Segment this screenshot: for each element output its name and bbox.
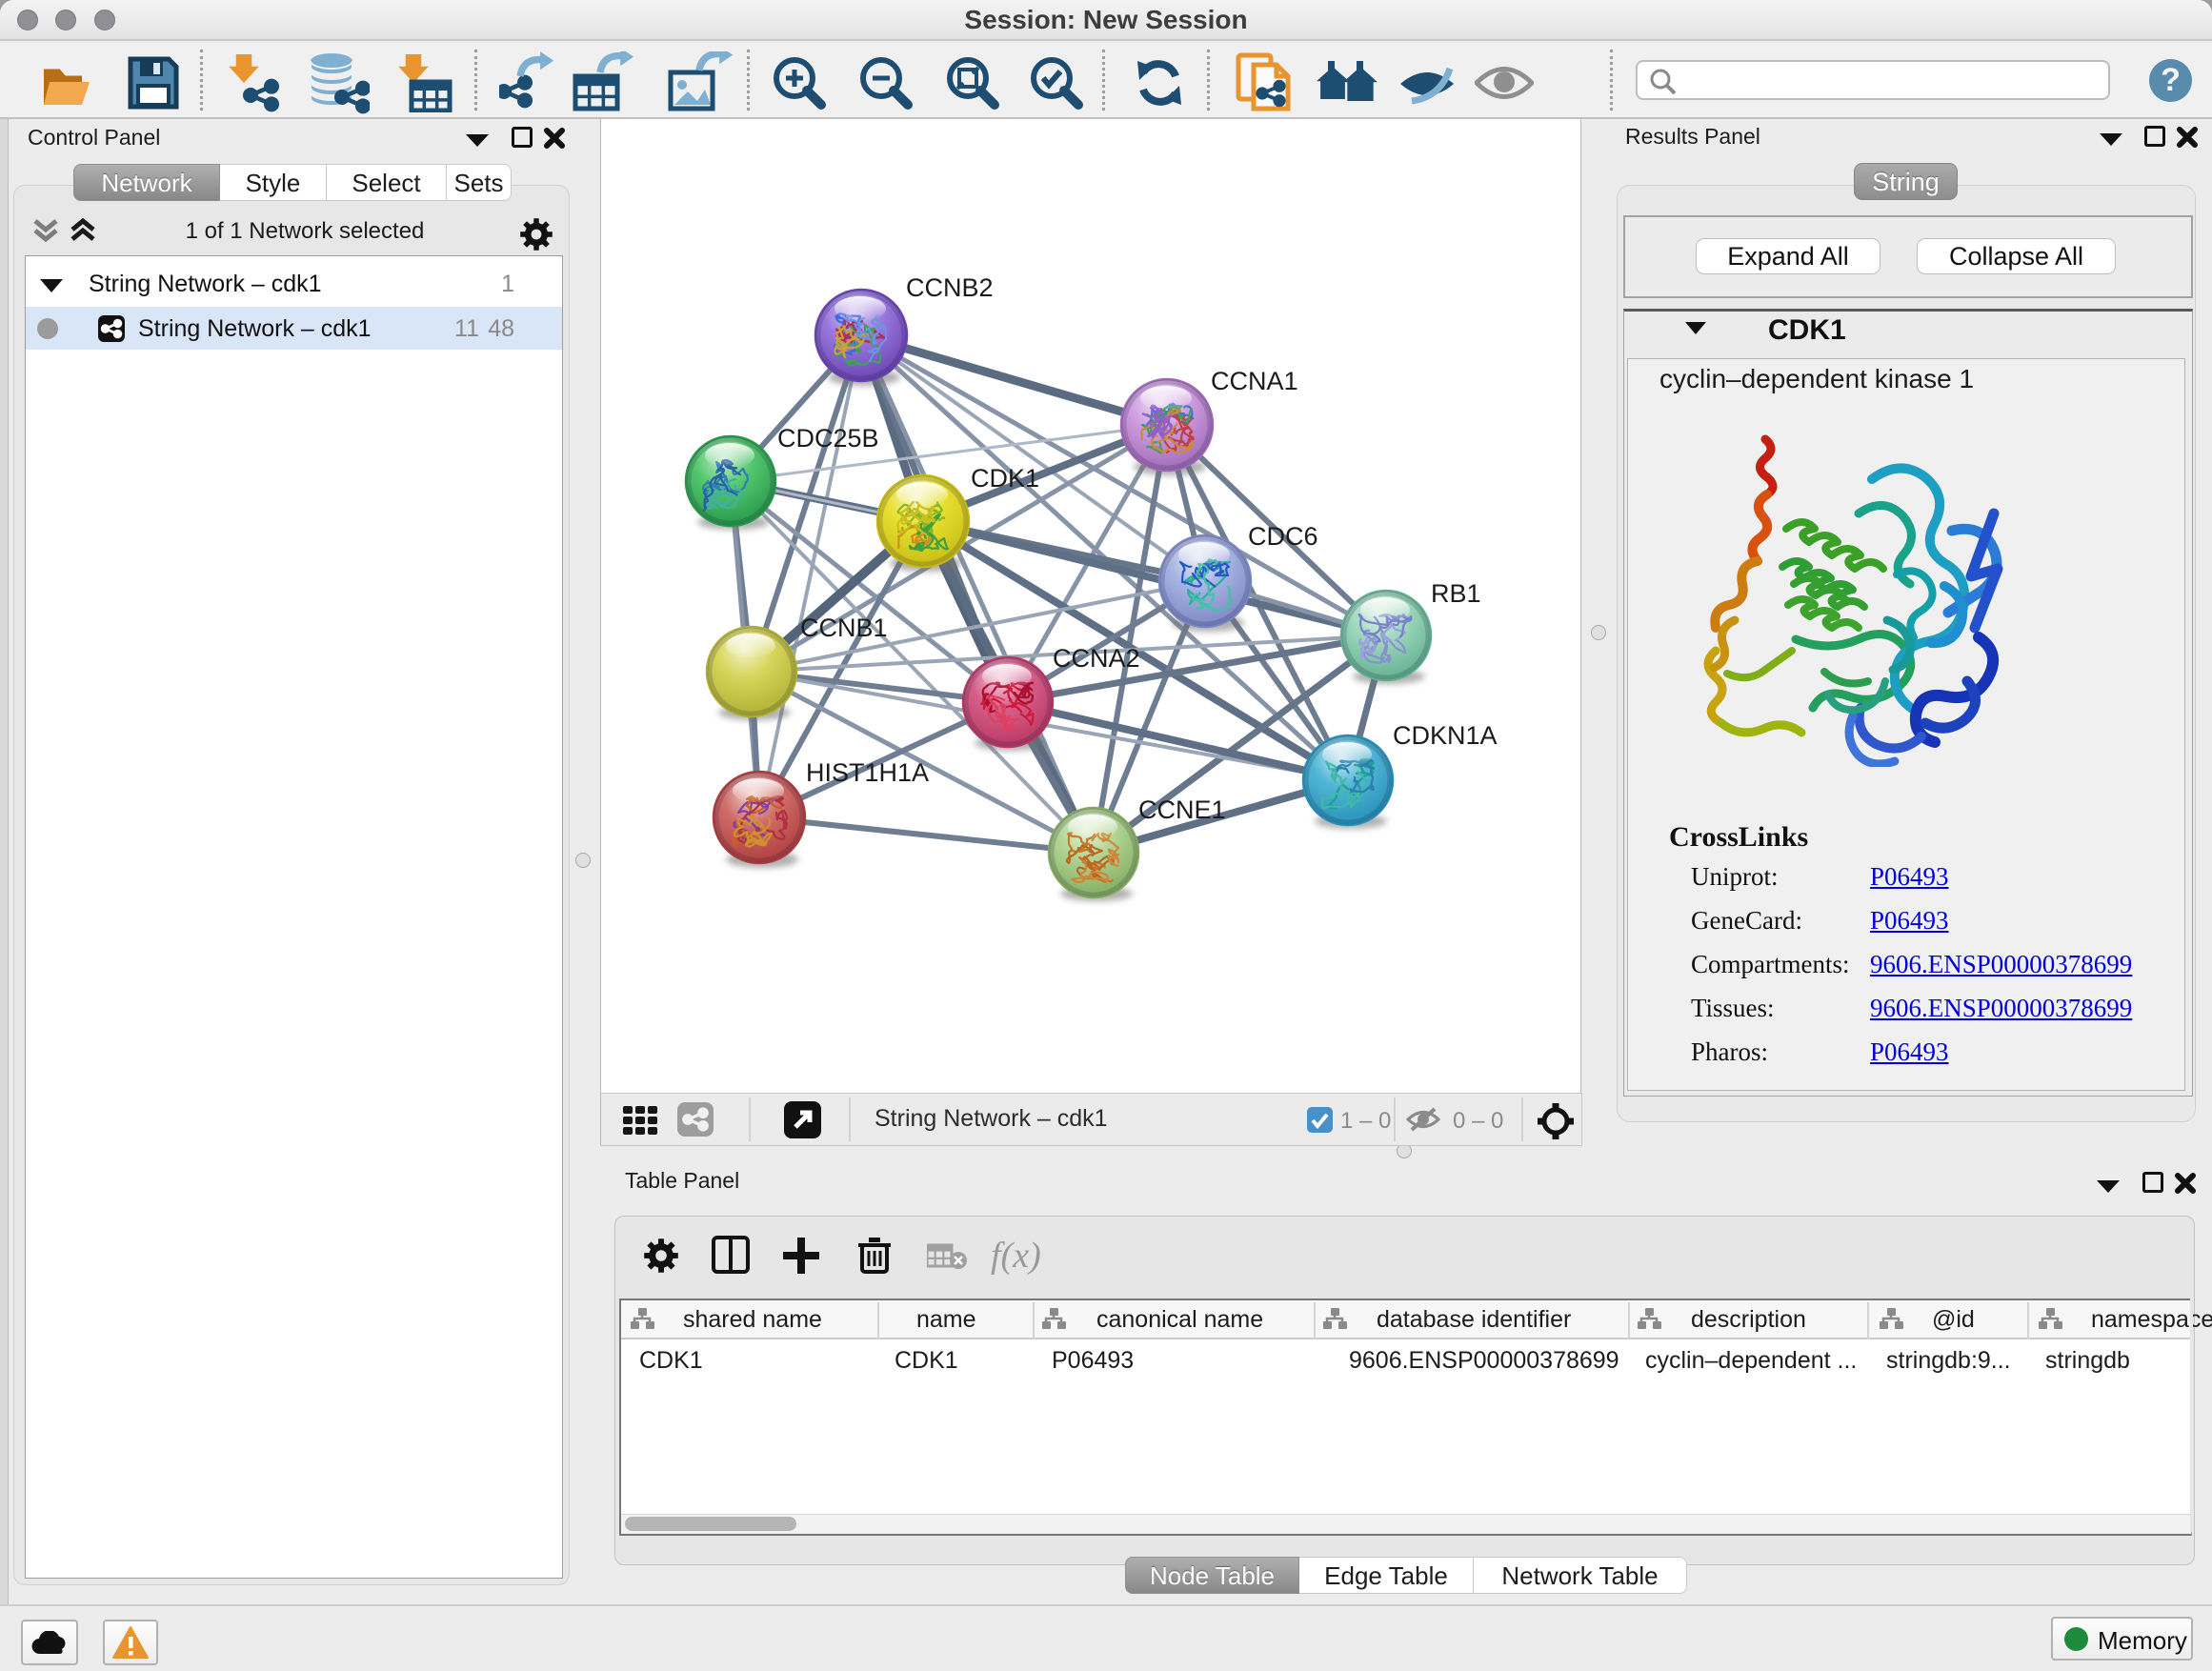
svg-text:CCNB1: CCNB1 (800, 614, 888, 642)
svg-text:HIST1H1A: HIST1H1A (806, 758, 929, 787)
svg-text:CCNA1: CCNA1 (1211, 367, 1298, 395)
svg-text:RB1: RB1 (1431, 579, 1481, 608)
svg-text:CCNB2: CCNB2 (906, 273, 994, 302)
svg-text:CDC25B: CDC25B (777, 424, 879, 453)
svg-text:CCNE1: CCNE1 (1138, 795, 1226, 824)
svg-text:CDKN1A: CDKN1A (1393, 721, 1498, 750)
svg-text:CDC6: CDC6 (1248, 522, 1318, 551)
svg-text:CDK1: CDK1 (971, 464, 1039, 493)
svg-text:CCNA2: CCNA2 (1053, 644, 1140, 673)
